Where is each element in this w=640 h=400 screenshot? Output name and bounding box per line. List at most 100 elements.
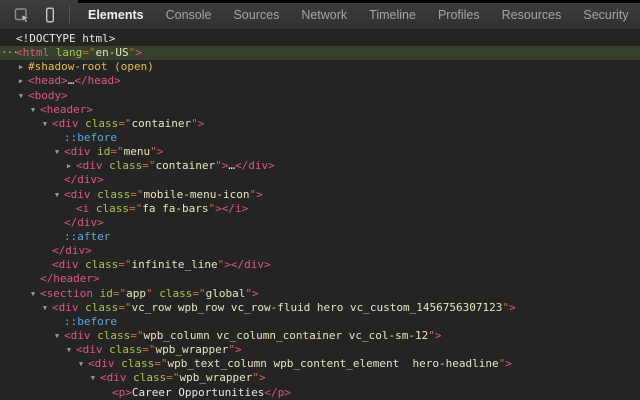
expand-arrow-open-icon[interactable]: ▼ [39,301,51,315]
token-at: class [97,329,130,342]
token-vl: wpb_column vc_column_container vc_col-sm… [144,329,429,342]
token-tg: > [235,343,242,356]
dom-tree-row[interactable]: </header> [0,272,640,286]
dom-tree-row[interactable]: <p>Career Opportunities</p> [0,386,640,400]
token-tg: <div [100,371,133,384]
token-tg: <div [64,188,97,201]
token-pu: =" [129,202,142,215]
dom-tree-row[interactable]: ::before [0,315,640,329]
token-vl: vc_row wpb_row vc_row-fluid hero vc_cust… [132,301,503,314]
token-tg: <div [88,357,121,370]
dom-tree-row[interactable]: <!DOCTYPE html> [0,32,640,46]
tab-console[interactable]: Console [155,0,223,29]
dom-tree-row[interactable]: ▼<div class="container"> [0,117,640,131]
expand-arrow-open-icon[interactable]: ▼ [51,188,63,202]
token-at: class [97,188,130,201]
tab-timeline[interactable]: Timeline [358,0,427,29]
token-vl: container [156,159,216,172]
inspect-element-icon[interactable] [14,7,30,23]
token-ps: ::before [64,315,117,328]
dom-tree-row[interactable]: ▼<div id="menu"> [0,145,640,159]
token-at: class [133,371,166,384]
token-pu: =" [142,159,155,172]
token-tg: </div> [64,216,104,229]
token-pu: =" [118,301,131,314]
dom-tree-row[interactable]: ▼<div class="wpb_wrapper"> [0,371,640,385]
token-tg: <div [76,343,109,356]
dom-tree-row[interactable]: ▼<body> [0,89,640,103]
token-pl: <!DOCTYPE html> [16,32,115,45]
token-tg: > [435,329,442,342]
expand-arrow-closed-icon[interactable]: ▶ [15,60,27,74]
token-at: class [96,202,129,215]
expand-arrow-open-icon[interactable]: ▼ [27,103,39,117]
token-pu: =" [154,357,167,370]
dom-tree-row[interactable]: ▶<head>…</head> [0,74,640,88]
expand-arrow-closed-icon[interactable]: ▶ [63,159,75,173]
device-toolbar-icon[interactable] [42,7,58,23]
token-vl: mobile-menu-icon [144,188,250,201]
token-at: class [85,301,118,314]
token-tg: > [259,371,266,384]
expand-arrow-open-icon[interactable]: ▼ [27,287,39,301]
token-pu: =" [192,287,205,300]
token-vl: global [206,287,246,300]
dom-tree-row[interactable]: </div> [0,173,640,187]
tab-resources[interactable]: Resources [491,0,573,29]
dom-tree-row[interactable]: ▼<div class="wpb_text_column wpb_content… [0,357,640,371]
tab-sources[interactable]: Sources [222,0,290,29]
dom-tree-row[interactable]: ▶<div class="container">…</div> [0,159,640,173]
expand-arrow-open-icon[interactable]: ▼ [39,117,51,131]
token-tg: ></div> [224,258,270,271]
dom-tree-row[interactable]: <i class="fa fa-bars"></i> [0,202,640,216]
token-pu: =" [82,46,95,59]
expand-arrow-open-icon[interactable]: ▼ [63,343,75,357]
dom-tree-row[interactable]: </div> [0,216,640,230]
expand-arrow-open-icon[interactable]: ▼ [51,145,63,159]
token-tg: <i [76,202,96,215]
dom-tree-row[interactable]: ::before [0,131,640,145]
dom-tree-row[interactable]: <div class="infinite_line"></div> [0,258,640,272]
tab-profiles[interactable]: Profiles [427,0,491,29]
token-vl: container [132,117,192,130]
dom-tree-row[interactable]: ▼<div class="vc_row wpb_row vc_row-fluid… [0,301,640,315]
dom-tree-row[interactable]: ▼<section id="app" class="global"> [0,287,640,301]
token-pu: " [191,117,198,130]
expand-arrow-open-icon[interactable]: ▼ [87,371,99,385]
expand-arrow-open-icon[interactable]: ▼ [75,357,87,371]
dom-tree[interactable]: <!DOCTYPE html>···<html lang="en-US">▶#s… [0,31,640,400]
expand-arrow-open-icon[interactable]: ▼ [15,89,27,103]
token-pu: " [150,145,157,158]
expand-arrow-open-icon[interactable]: ▼ [51,329,63,343]
token-tg: ></i> [215,202,248,215]
token-pu: " [502,301,509,314]
token-at: class [109,343,142,356]
tab-elements[interactable]: Elements [77,0,155,29]
token-tg: <div [52,258,85,271]
dom-tree-row[interactable]: </div> [0,244,640,258]
token-sh: #shadow-root (open) [28,60,154,73]
token-pu: " [245,287,252,300]
dom-tree-row[interactable]: ▼<header> [0,103,640,117]
devtools-toolbar: ElementsConsoleSourcesNetworkTimelinePro… [0,0,640,30]
tab-security[interactable]: Security [572,0,639,29]
dom-tree-row[interactable]: ▼<div class="wpb_column vc_column_contai… [0,329,640,343]
token-tg: </div> [64,173,104,186]
token-pu: =" [130,329,143,342]
dom-tree-row[interactable]: ▼<div class="mobile-menu-icon"> [0,188,640,202]
dom-tree-row[interactable]: ::after [0,230,640,244]
tab-network[interactable]: Network [290,0,358,29]
token-vl: wpb_wrapper [180,371,253,384]
token-vl: fa fa-bars [142,202,208,215]
expand-arrow-closed-icon[interactable]: ▶ [15,74,27,88]
token-tg: <div [64,329,97,342]
dom-tree-row[interactable]: ▼<div class="wpb_wrapper"> [0,343,640,357]
token-pu: " [228,343,235,356]
dom-tree-row-selected[interactable]: ···<html lang="en-US"> [0,46,640,60]
token-tg: </head> [74,74,120,87]
dom-tree-row[interactable]: ▶#shadow-root (open) [0,60,640,74]
token-tg: > [256,188,263,201]
token-tg: <p> [112,386,132,399]
token-pu: =" [166,371,179,384]
token-tg: > [198,117,205,130]
